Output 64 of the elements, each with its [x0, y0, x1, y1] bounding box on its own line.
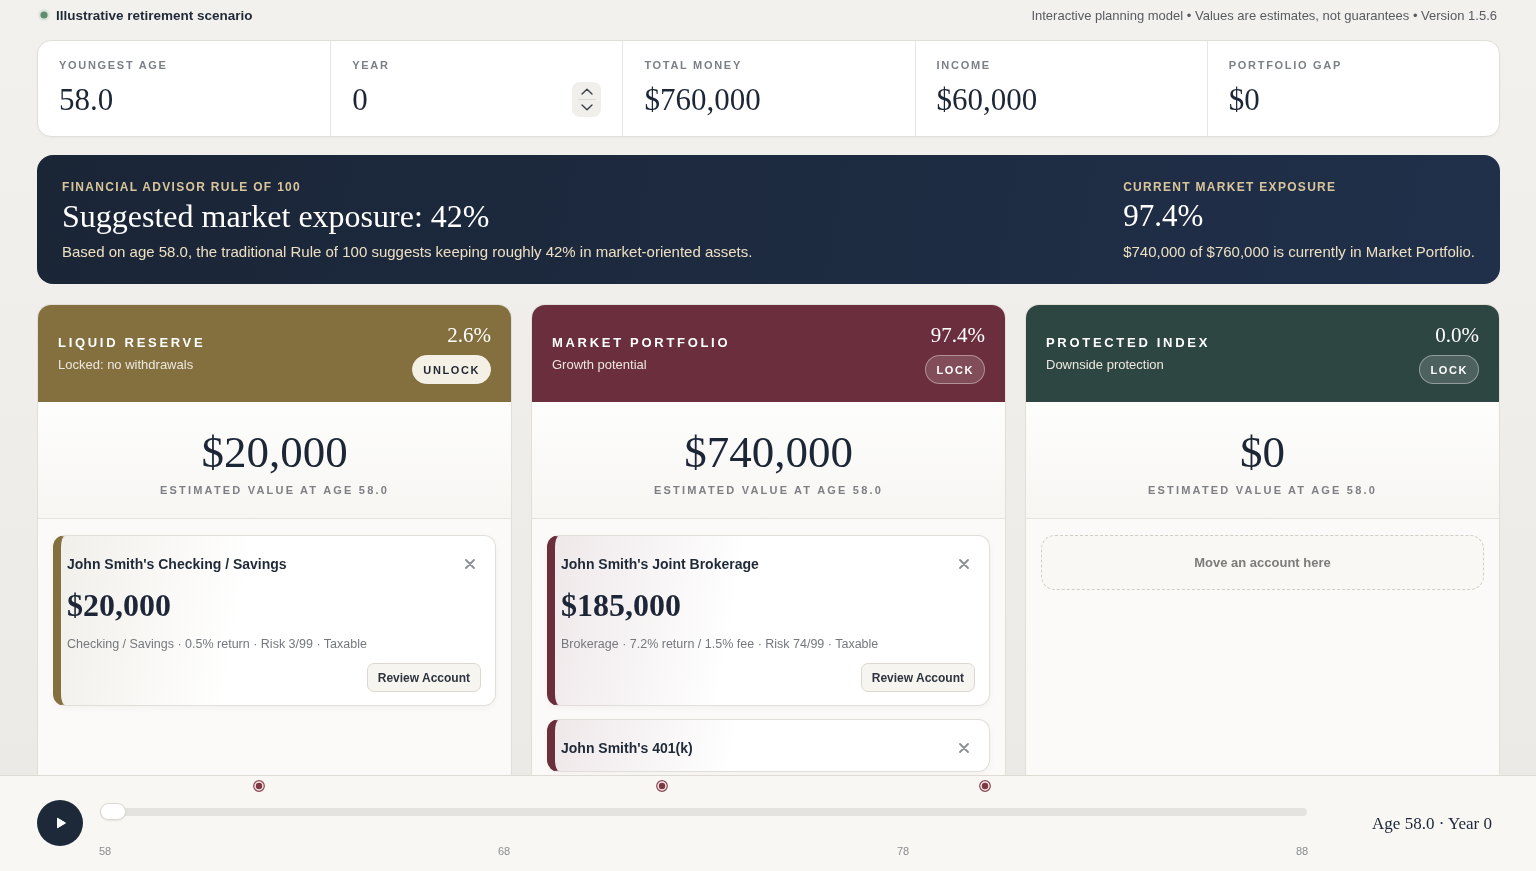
exposure-label: CURRENT MARKET EXPOSURE: [1123, 180, 1338, 195]
bucket-title: MARKET PORTFOLIO: [552, 335, 731, 351]
chevron-down-icon[interactable]: [580, 103, 593, 111]
stat-label: YEAR: [352, 58, 391, 72]
account-details: Checking / Savings · 0.5% return · Risk 3/99 · Taxable: [67, 636, 368, 652]
stat-label: INCOME: [936, 58, 992, 72]
tick-label: 58: [97, 844, 113, 858]
event-marker-icon[interactable]: [253, 780, 266, 792]
timeline-readout: Age 58.0 · Year 0: [1372, 813, 1492, 834]
stat-value: 58.0: [59, 82, 115, 118]
bucket-share: 97.4%: [930, 323, 985, 347]
account-name: John Smith's Checking / Savings: [67, 555, 287, 573]
close-icon[interactable]: [959, 743, 969, 753]
bucket-value: $20,000: [200, 427, 349, 477]
year-stepper[interactable]: [572, 81, 602, 117]
bucket-share: 2.6%: [447, 323, 491, 347]
event-marker-icon[interactable]: [978, 780, 991, 792]
bucket-share: 0.0%: [1435, 323, 1479, 347]
account-amount: $20,000: [67, 586, 172, 624]
bucket-subtitle: Growth potential: [552, 357, 648, 373]
status-dot-icon: [38, 9, 50, 21]
exposure-value: 97.4%: [1123, 197, 1205, 235]
chevron-up-icon[interactable]: [580, 87, 593, 95]
stat-label: PORTFOLIO GAP: [1228, 58, 1343, 72]
bucket-subtitle: Locked: no withdrawals: [58, 357, 195, 373]
review-button[interactable]: Review Account: [860, 663, 975, 692]
stat-value: $760,000: [644, 82, 762, 118]
account-details: Brokerage · 7.2% return / 1.5% fee · Risk 74/99 · Taxable: [561, 636, 880, 652]
stat-label: TOTAL MONEY: [644, 58, 743, 72]
lock-button[interactable]: LOCK: [1419, 355, 1479, 384]
header-note: Interactive planning model • Values are estimates, not guarantees • Version 1.5.6: [1031, 7, 1497, 23]
play-icon: [55, 817, 67, 829]
exposure-text: $740,000 of $760,000 is currently in Market Portfolio.: [1123, 242, 1475, 262]
stat-value: $60,000: [936, 82, 1039, 118]
bucket-title: LIQUID RESERVE: [58, 335, 206, 351]
year-field[interactable]: 0: [352, 82, 503, 118]
banner-label: FINANCIAL ADVISOR RULE OF 100: [62, 180, 303, 195]
event-marker-icon[interactable]: [655, 780, 668, 792]
value-caption: ESTIMATED VALUE AT AGE 58.0: [158, 483, 391, 497]
stat-label: YOUNGEST AGE: [59, 58, 169, 72]
bucket-subtitle: Downside protection: [1046, 357, 1165, 373]
value-caption: ESTIMATED VALUE AT AGE 58.0: [1146, 483, 1379, 497]
review-button[interactable]: Review Account: [366, 663, 481, 692]
stat-value: $0: [1228, 82, 1261, 118]
bucket-title: PROTECTED INDEX: [1046, 335, 1210, 351]
close-icon[interactable]: [465, 559, 475, 569]
tick-label: 68: [496, 844, 512, 858]
play-button[interactable]: [37, 800, 83, 846]
tick-label: 78: [895, 844, 911, 858]
scenario-title: Illustrative retirement scenario: [56, 7, 253, 23]
value-caption: ESTIMATED VALUE AT AGE 58.0: [652, 483, 885, 497]
lock-button[interactable]: LOCK: [925, 355, 985, 384]
tick-label: 88: [1294, 844, 1310, 858]
banner-text: Based on age 58.0, the traditional Rule of 100 suggests keeping roughly 42% in market-oriented assets.: [62, 242, 753, 262]
slider-thumb[interactable]: [100, 803, 126, 820]
drop-zone: Move an account here: [1041, 535, 1484, 590]
account-name: John Smith's Joint Brokerage: [561, 555, 759, 573]
account-amount: $185,000: [561, 586, 682, 624]
account-name: John Smith's 401(k): [561, 739, 693, 757]
lock-button[interactable]: UNLOCK: [412, 355, 491, 384]
banner-title: Suggested market exposure: 42%: [62, 197, 491, 235]
bucket-value: $0: [1239, 427, 1286, 477]
close-icon[interactable]: [959, 559, 969, 569]
bucket-value: $740,000: [683, 427, 854, 477]
